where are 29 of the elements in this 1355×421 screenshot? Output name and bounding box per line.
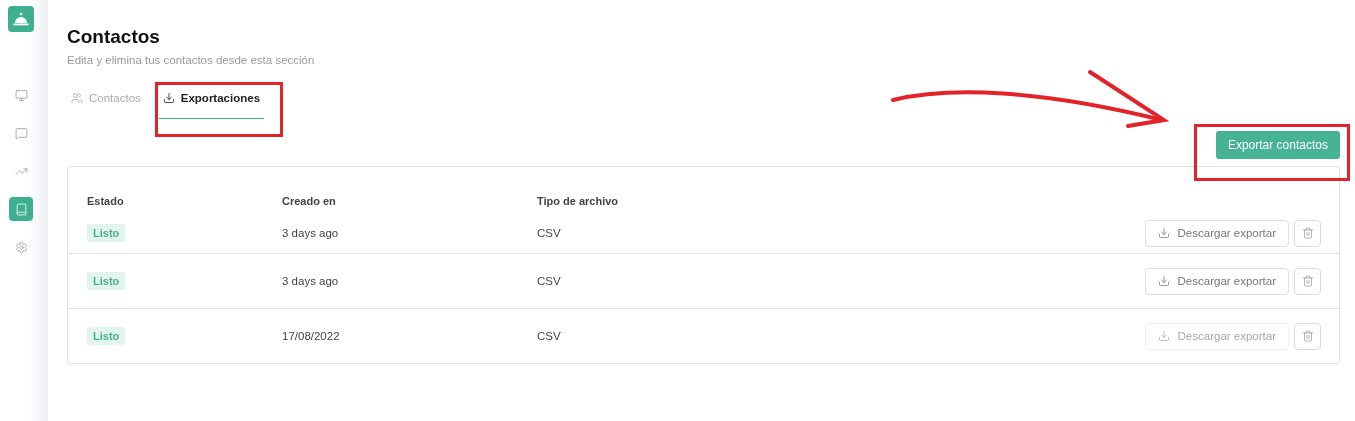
book-icon[interactable] [9, 197, 33, 221]
column-header: Creado en [282, 195, 337, 207]
download-button[interactable]: Descargar exportar [1144, 219, 1289, 247]
bell-logo-icon [8, 6, 34, 32]
column-header: Estado [87, 195, 125, 207]
table-cell-text: CSV [537, 227, 562, 239]
table-cell-text: 3 days ago [282, 275, 340, 287]
status-badge: Listo [87, 327, 126, 345]
page-subtitle: Edita y elimina tus contactos desde esta sección [67, 54, 316, 66]
column-header: Tipo de archivo [537, 195, 620, 207]
page-title: Contactos [67, 26, 161, 48]
status-badge: Listo [87, 272, 126, 290]
table-cell-text: CSV [537, 330, 562, 342]
export-button[interactable]: Exportar contactos [1215, 131, 1340, 159]
download-icon [162, 92, 175, 104]
trash-icon[interactable] [1294, 267, 1321, 295]
tab[interactable]: Exportaciones [158, 88, 265, 119]
table-cell-text: 3 days ago [282, 227, 340, 239]
users-icon [71, 92, 83, 104]
tab[interactable]: Contactos [67, 88, 145, 119]
download-icon [1157, 275, 1170, 287]
table-cell-text: 17/08/2022 [282, 330, 341, 342]
trash-icon[interactable] [1294, 322, 1321, 350]
table-cell-text: CSV [537, 275, 562, 287]
download-icon [1157, 330, 1170, 342]
download-icon [1157, 227, 1170, 239]
trash-icon[interactable] [1294, 219, 1321, 247]
status-badge: Listo [87, 224, 126, 242]
download-button[interactable]: Descargar exportar [1144, 267, 1289, 295]
